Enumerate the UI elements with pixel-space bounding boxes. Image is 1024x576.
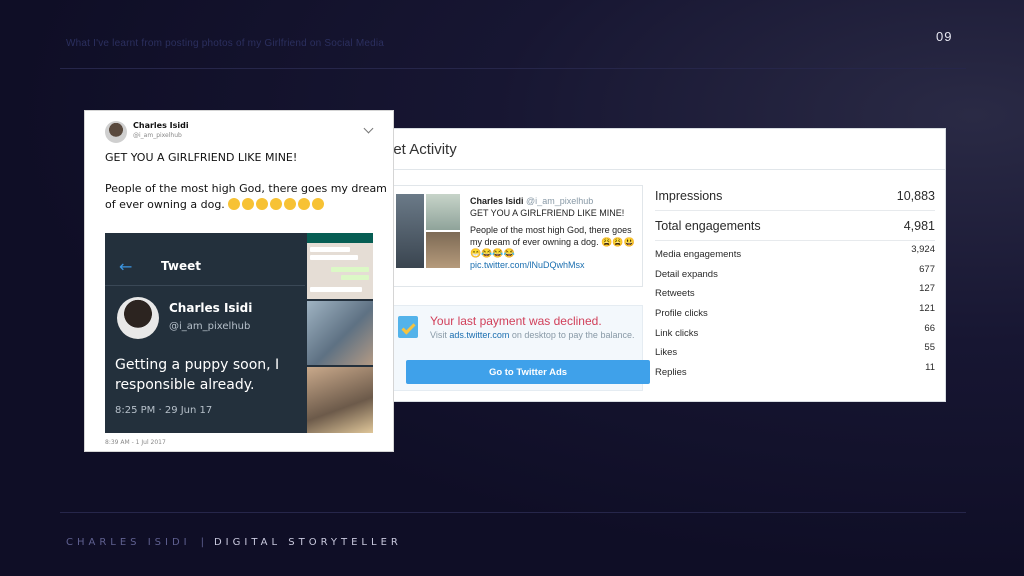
embedded-tweet-image: ← Tweet Charles Isidi @i_am_pixelhub Get… (105, 233, 373, 433)
tweet-author-handle: @i_am_pixelhub (133, 132, 182, 139)
tweet-timestamp: 8:39 AM - 1 Jul 2017 (105, 439, 166, 446)
activity-tweet-text: Charles Isidi @i_am_pixelhub GET YOU A G… (470, 196, 640, 271)
back-arrow-icon: ← (119, 257, 133, 276)
alert-body-suffix: on desktop to pay the balance. (509, 330, 635, 340)
top-divider (60, 68, 966, 69)
avatar[interactable] (105, 121, 127, 143)
metric-label: Total engagements (655, 218, 761, 233)
embedded-text-line1: Getting a puppy soon, I (115, 357, 280, 373)
metric-label: Media engagements (655, 249, 742, 261)
activity-tweet-author: Charles Isidi (470, 196, 524, 206)
embedded-text-line2: responsible already. (115, 377, 255, 393)
chevron-down-icon[interactable] (363, 123, 374, 134)
metric-detail-expands[interactable]: Detail expands 677 (655, 263, 935, 285)
metric-label: Retweets (655, 288, 695, 300)
embedded-tweet-text: Getting a puppy soon, I responsible alre… (115, 355, 315, 395)
metric-label: Detail expands (655, 268, 718, 280)
tweet-author-name[interactable]: Charles Isidi (133, 121, 189, 130)
metric-value: 11 (925, 361, 935, 373)
slide-header-title: What I've learnt from posting photos of … (66, 38, 385, 49)
metric-likes[interactable]: Likes 55 (655, 342, 935, 363)
activity-tweet-preview[interactable]: Charles Isidi @i_am_pixelhub GET YOU A G… (389, 185, 643, 287)
chat-bubble (310, 255, 358, 260)
slide-footer: CHARLES ISIDI | DIGITAL STORYTELLER (66, 537, 402, 548)
chat-bubble (341, 275, 369, 280)
metric-value: 66 (924, 322, 935, 334)
payment-declined-alert: Your last payment was declined. Visit ad… (389, 305, 650, 391)
ads-arrow-icon (398, 316, 418, 338)
emoji-icon (298, 198, 311, 210)
metrics-list: Impressions 10,883 Total engagements 4,981… (655, 181, 935, 382)
photo-thumbnail (307, 301, 373, 365)
emoji-icon (312, 198, 325, 210)
tweet-text-line2: People of the most high God, there goes … (105, 181, 387, 213)
chat-bubble (310, 287, 362, 292)
metric-retweets[interactable]: Retweets 127 (655, 283, 935, 304)
metric-total-engagements[interactable]: Total engagements 4,981 (655, 211, 935, 241)
metric-value: 4,981 (903, 218, 935, 233)
metric-label: Profile clicks (655, 308, 708, 320)
metric-label: Impressions (655, 188, 723, 203)
emoji-icon (228, 198, 241, 210)
embedded-avatar (117, 297, 159, 339)
footer-role: DIGITAL STORYTELLER (213, 537, 402, 548)
metric-profile-clicks[interactable]: Profile clicks 121 (655, 303, 935, 324)
bottom-divider (60, 512, 966, 513)
emoji-icon (256, 198, 269, 210)
metric-value: 121 (919, 303, 935, 315)
emoji-icon (284, 198, 297, 210)
metric-link-clicks[interactable]: Link clicks 66 (655, 323, 935, 343)
emoji-icon (242, 198, 255, 210)
metric-label: Likes (655, 347, 678, 359)
activity-tweet-line1: GET YOU A GIRLFRIEND LIKE MINE! (470, 207, 625, 218)
metric-value: 677 (919, 263, 935, 275)
metric-media-engagements[interactable]: Media engagements 3,924 (655, 244, 935, 265)
tweet-photo-thumbnail (426, 232, 460, 268)
tweet-photo-thumbnail (396, 194, 424, 268)
alert-title: Your last payment was declined. (430, 314, 602, 328)
tweet-screenshot-card: Charles Isidi @i_am_pixelhub GET YOU A G… (84, 110, 394, 452)
photo-thumbnail (307, 367, 373, 433)
alert-body-prefix: Visit (430, 330, 450, 340)
embedded-tweet-time: 8:25 PM · 29 Jun 17 (115, 405, 213, 416)
page-number: 09 (936, 29, 953, 44)
footer-separator: | (200, 537, 204, 548)
tweet-activity-panel: eet Activity Charles Isidi @i_am_pixelhu… (372, 128, 946, 402)
tweet-text-line1: GET YOU A GIRLFRIEND LIKE MINE! (105, 151, 298, 164)
emoji-row (228, 198, 326, 211)
emoji-icon (270, 198, 283, 210)
activity-tweet-link[interactable]: pic.twitter.com/lNuDQwhMsx (470, 260, 640, 272)
metric-value: 3,924 (911, 244, 935, 256)
activity-divider (373, 169, 945, 170)
activity-tweet-handle: @i_am_pixelhub (526, 196, 594, 206)
alert-body: Visit ads.twitter.com on desktop to pay … (430, 330, 640, 341)
embedded-divider (105, 285, 305, 286)
ads-link[interactable]: ads.twitter.com (449, 330, 509, 340)
embedded-author-name: Charles Isidi (169, 301, 253, 315)
chat-header (307, 233, 373, 243)
embedded-author-handle: @i_am_pixelhub (169, 321, 251, 332)
metric-value: 55 (924, 342, 935, 354)
activity-title: eet Activity (385, 141, 457, 158)
metric-impressions[interactable]: Impressions 10,883 (655, 181, 935, 211)
footer-name: CHARLES ISIDI (66, 537, 191, 548)
chat-bubble (331, 267, 369, 272)
chat-screenshot (307, 233, 373, 299)
activity-tweet-line2: People of the most high God, there goes … (470, 225, 635, 258)
embedded-tweet-title: Tweet (161, 259, 201, 273)
tweet-photo-thumbnail (426, 194, 460, 230)
metric-replies[interactable]: Replies 11 (655, 361, 935, 383)
go-to-twitter-ads-button[interactable]: Go to Twitter Ads (406, 360, 650, 384)
metric-value: 127 (919, 283, 935, 295)
metric-label: Replies (655, 366, 687, 378)
chat-bubble (310, 247, 350, 252)
metric-label: Link clicks (655, 327, 699, 339)
metric-value: 10,883 (896, 188, 935, 203)
